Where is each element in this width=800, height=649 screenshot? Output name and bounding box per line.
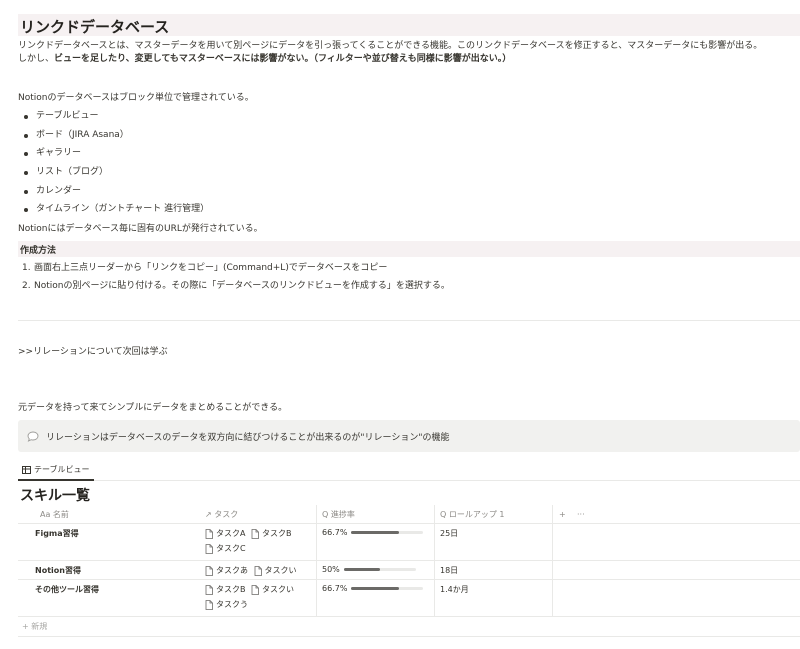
progress-bar — [351, 587, 424, 590]
divider — [18, 320, 800, 321]
rollup-value: 25日 — [440, 529, 459, 538]
column-header-progress[interactable]: Q 進捗率 — [317, 505, 435, 524]
table-row[interactable]: Figma習得 タスクA タスクB タスクC 66.7% 25日 — [18, 524, 800, 561]
progress-value: 50% — [322, 565, 416, 574]
list-item: ギャラリー — [18, 144, 209, 163]
new-row-button[interactable]: + 新規 — [18, 617, 800, 637]
relation-next-text: >>リレーションについて次回は学ぶ — [18, 347, 168, 357]
intro-line-2: しかし、ビューを足したり、変更してもマスターベースには影響がない。（フィルターや… — [18, 53, 511, 66]
block-unit-text: Notionのデータベースはブロック単位で管理されている。 — [18, 93, 254, 103]
database-title[interactable]: スキル一覧 — [20, 485, 90, 505]
progress-value: 66.7% — [322, 584, 424, 593]
page-icon — [254, 565, 262, 576]
howto-steps: 1. 画面右上三点リーダーから「リンクをコピー」(Command+L)でデータベー… — [18, 259, 450, 295]
add-column-button[interactable]: + — [559, 505, 573, 524]
rollup-value: 1.4か月 — [440, 585, 469, 594]
column-header-rollup[interactable]: Q ロールアップ 1 — [435, 505, 553, 524]
list-item: リスト（ブログ） — [18, 163, 209, 182]
rollup-value: 18日 — [440, 566, 459, 575]
row-name[interactable]: Figma習得 — [23, 528, 195, 539]
page-heading: リンクドデータベース — [18, 14, 800, 36]
callout: リレーションはデータベースのデータを双方向に結びつけることが出来るのが"リレーシ… — [18, 420, 800, 452]
table-header: Aa 名前 ↗ タスク Q 進捗率 Q ロールアップ 1 + ··· — [18, 505, 800, 524]
relation-chip[interactable]: タスクA — [205, 526, 245, 541]
relation-chip[interactable]: タスクB — [205, 582, 246, 597]
intro-line-2-normal: しかし、 — [18, 54, 55, 64]
row-name[interactable]: その他ツール習得 — [23, 584, 195, 595]
column-header-task[interactable]: ↗ タスク — [200, 505, 317, 524]
view-types-list: テーブルビュー ボード（JIRA Asana） ギャラリー リスト（ブログ） カ… — [18, 107, 209, 219]
relation-chip[interactable]: タスクう — [205, 597, 248, 612]
database-table: Aa 名前 ↗ タスク Q 進捗率 Q ロールアップ 1 + ··· Figma… — [18, 505, 800, 637]
tab-table-view[interactable]: テーブルビュー — [18, 460, 94, 481]
callout-text: リレーションはデータベースのデータを双方向に結びつけることが出来るのが"リレーシ… — [46, 432, 450, 443]
list-item: 1. 画面右上三点リーダーから「リンクをコピー」(Command+L)でデータベー… — [22, 263, 388, 273]
list-item: タイムライン（ガントチャート 進行管理） — [18, 200, 209, 219]
intro-line-1: リンクドデータベースとは、マスターデータを用いて別ページにデータを引っ張ってくる… — [18, 41, 763, 51]
progress-bar — [343, 568, 416, 571]
simple-text: 元データを持って来てシンプルにデータをまとめることができる。 — [18, 403, 288, 413]
progress-value: 66.7% — [322, 528, 424, 537]
page-icon — [205, 584, 213, 595]
tab-label: テーブルビュー — [34, 465, 90, 474]
table-row[interactable]: その他ツール習得 タスクB タスクい タスクう 66.7% 1.4か月 — [18, 580, 800, 617]
table-icon — [22, 465, 31, 474]
table-row[interactable]: Notion習得 タスクあ タスクい 50% 18日 — [18, 561, 800, 580]
view-tabs: テーブルビュー — [18, 460, 800, 481]
url-note: Notionにはデータベース毎に固有のURLが発行されている。 — [18, 224, 263, 234]
list-item: テーブルビュー — [18, 107, 209, 126]
page-icon — [251, 528, 259, 539]
page-icon — [205, 528, 213, 539]
column-header-name[interactable]: Aa 名前 — [18, 505, 200, 524]
page-icon — [205, 599, 213, 610]
more-options-button[interactable]: ··· — [577, 505, 597, 524]
relation-chip[interactable]: タスクあ — [205, 563, 248, 578]
howto-heading: 作成方法 — [18, 241, 800, 257]
progress-bar — [351, 531, 424, 534]
list-item: カレンダー — [18, 182, 209, 201]
intro-line-2-bold: ビューを足したり、変更してもマスターベースには影響がない。（フィルターや並び替え… — [54, 54, 512, 64]
list-item: 2. Notionの別ページに貼り付ける。その際に「データベースのリンクドビューを… — [22, 281, 450, 291]
page-icon — [205, 565, 213, 576]
relation-chip[interactable]: タスクB — [251, 526, 292, 541]
page-icon — [251, 584, 259, 595]
speech-bubble-icon — [26, 429, 40, 443]
relation-chip[interactable]: タスクC — [205, 541, 246, 556]
list-item: ボード（JIRA Asana） — [18, 126, 209, 145]
row-name[interactable]: Notion習得 — [23, 565, 195, 576]
relation-chip[interactable]: タスクい — [254, 563, 297, 578]
relation-chip[interactable]: タスクい — [251, 582, 294, 597]
page-icon — [205, 543, 213, 554]
